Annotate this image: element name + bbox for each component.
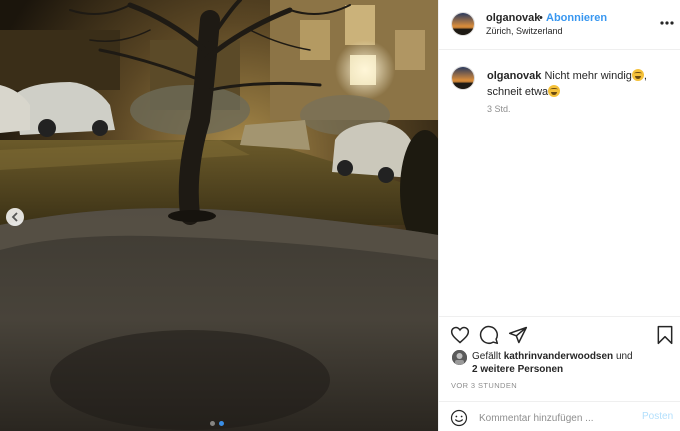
comment-icon[interactable] bbox=[479, 325, 499, 345]
carousel-dot-1 bbox=[210, 421, 215, 426]
likes-line-1: Gefällt kathrinvanderwoodsen und bbox=[472, 350, 633, 364]
liker-avatar-image bbox=[452, 350, 467, 365]
post-timestamp[interactable]: VOR 3 STUNDEN bbox=[451, 381, 517, 390]
chevron-left-icon bbox=[11, 212, 18, 222]
post-location[interactable]: Zürich, Switzerland bbox=[486, 26, 563, 36]
bookmark-icon[interactable] bbox=[655, 325, 675, 345]
carousel-indicator bbox=[210, 421, 224, 426]
carousel-dot-2 bbox=[219, 421, 224, 426]
caption-avatar[interactable] bbox=[451, 66, 475, 90]
likes-others-link[interactable]: 2 weitere Personen bbox=[472, 363, 563, 377]
laughing-tears-emoji-icon bbox=[631, 69, 644, 81]
follow-button[interactable]: Abonnieren bbox=[546, 12, 607, 24]
emoji-picker-icon[interactable] bbox=[450, 409, 468, 427]
post-header: olganovak • Abonnieren Zürich, Switzerla… bbox=[439, 0, 680, 50]
avatar-image bbox=[452, 67, 474, 89]
caption-text: olganovak Nicht mehr windig, schneit etw… bbox=[487, 69, 647, 98]
comment-input[interactable] bbox=[479, 408, 629, 428]
separator-dot: • bbox=[539, 12, 543, 24]
post-actions: Gefällt kathrinvanderwoodsen und 2 weite… bbox=[439, 316, 680, 431]
post-username[interactable]: olganovak bbox=[486, 12, 540, 24]
liker-username[interactable]: kathrinvanderwoodsen bbox=[504, 351, 613, 362]
user-avatar[interactable] bbox=[451, 12, 475, 36]
likes-conjunction: und bbox=[615, 351, 633, 362]
post-photo bbox=[0, 0, 438, 431]
post-comment-button[interactable]: Posten bbox=[642, 411, 673, 422]
add-comment-bar: Posten bbox=[439, 401, 680, 431]
laughing-tears-emoji-icon bbox=[548, 85, 561, 97]
post-side-panel: olganovak • Abonnieren Zürich, Switzerla… bbox=[438, 0, 680, 431]
share-icon[interactable] bbox=[508, 325, 528, 345]
heart-icon[interactable] bbox=[450, 325, 470, 345]
caption-line-2: schneit etwa bbox=[487, 86, 549, 98]
carousel-previous-button[interactable] bbox=[6, 208, 24, 226]
liker-avatar[interactable] bbox=[452, 350, 467, 365]
caption-line-1: Nicht mehr windig bbox=[544, 70, 632, 82]
caption-username[interactable]: olganovak bbox=[487, 70, 541, 82]
night-snow-street-photo bbox=[0, 0, 438, 431]
caption-area: olganovak Nicht mehr windig, schneit etw… bbox=[439, 51, 680, 315]
more-options-icon[interactable] bbox=[659, 16, 675, 30]
likes-prefix: Gefällt bbox=[472, 351, 501, 362]
caption-time: 3 Std. bbox=[487, 104, 511, 114]
avatar-image bbox=[452, 13, 474, 35]
